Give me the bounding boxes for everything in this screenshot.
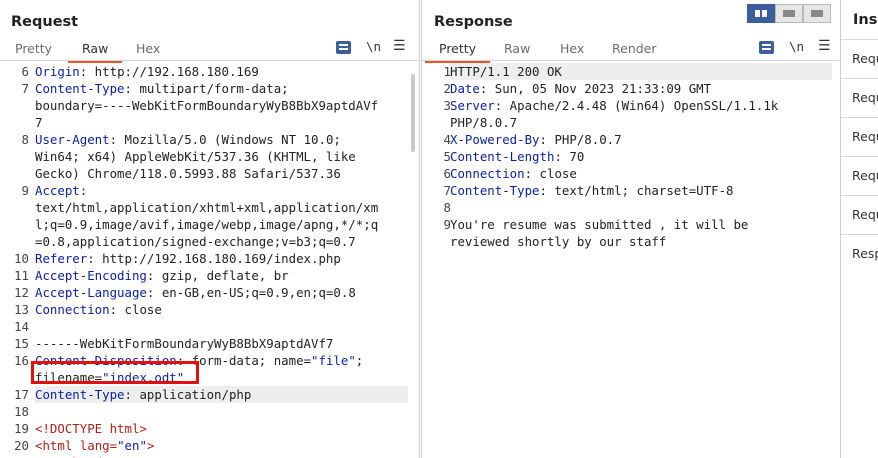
request-scrollbar[interactable]	[411, 74, 415, 152]
code-line: Connection: close	[450, 166, 577, 181]
line-number: 6	[443, 166, 451, 181]
inspector-title: Inspector	[853, 12, 878, 28]
request-editor[interactable]: 6 Origin: http://192.168.180.169 7 Content-…	[0, 63, 419, 458]
code-line: Content-Type: text/html; charset=UTF-8	[450, 183, 734, 198]
code-line: ------WebKitFormBoundaryWyB8BbX9aptdAVf7	[35, 336, 334, 351]
line-number: 11	[14, 268, 29, 283]
code-line: <!DOCTYPE html>	[35, 421, 147, 436]
code-line: HTTP/1.1 200 OK	[450, 64, 562, 79]
code-line: Referer: http://192.168.180.169/index.ph…	[35, 251, 341, 266]
line-number: 5	[443, 149, 451, 164]
request-menu-icon[interactable]: ☰	[393, 38, 406, 54]
line-number: 9	[21, 183, 29, 198]
wrap-toggle-icon[interactable]	[759, 41, 774, 54]
newline-toggle-button[interactable]: \n	[789, 39, 804, 54]
code-line: Accept-Language: en-GB,en-US;q=0.9,en;q=…	[35, 285, 356, 300]
line-number: 7	[21, 81, 29, 96]
line-number: 19	[14, 421, 29, 436]
code-line: reviewed shortly by our staff	[450, 234, 667, 249]
response-tab-divider	[422, 60, 839, 61]
code-line: Gecko) Chrome/118.0.5993.88 Safari/537.3…	[35, 166, 341, 181]
request-title: Request	[11, 14, 79, 30]
inspector-row-label: Request cookies	[852, 168, 878, 183]
code-line: Win64; x64) AppleWebKit/537.36 (KHTML, l…	[35, 149, 356, 164]
line-number: 18	[14, 404, 29, 419]
line-number: 20	[14, 438, 29, 453]
inspector-row-label: Response headers	[852, 246, 878, 261]
line-number: 7	[443, 183, 451, 198]
code-line: Content-Length: 70	[450, 149, 585, 164]
inspector-row[interactable]: Request headers	[841, 195, 878, 234]
request-tabs: Pretty Raw Hex	[0, 41, 419, 63]
response-tabs: Pretty Raw Hex Render	[422, 41, 839, 63]
line-number: 4	[443, 132, 451, 147]
line-number: 3	[443, 98, 451, 113]
inspector-row-label: Request attributes	[852, 51, 878, 66]
layout-stacked-icon[interactable]	[775, 4, 803, 23]
response-menu-icon[interactable]: ☰	[818, 38, 831, 54]
code-line: l;q=0.9,image/avif,image/webp,image/apng…	[35, 217, 379, 232]
inspector-row[interactable]: Request query parameters	[841, 78, 878, 117]
line-number: 21	[0, 454, 29, 458]
line-number: 9	[443, 217, 451, 232]
response-panel: Response Pretty Raw Hex Render \n ☰ 1 HTT…	[421, 0, 839, 458]
code-line: Server: Apache/2.4.48 (Win64) OpenSSL/1.…	[450, 98, 779, 113]
inspector-row-label: Request headers	[852, 207, 878, 222]
code-line: X-Powered-By: PHP/8.0.7	[450, 132, 622, 147]
line-number: 8	[443, 200, 451, 215]
code-line: Connection: close	[35, 302, 162, 317]
code-line: <html lang="en">	[35, 438, 155, 453]
response-tab-raw[interactable]: Raw	[490, 41, 544, 61]
code-line: 7	[35, 115, 43, 130]
layout-switcher	[747, 4, 831, 23]
code-line: boundary=----WebKitFormBoundaryWyB8BbX9a…	[35, 98, 379, 113]
line-number: 17	[14, 387, 29, 402]
code-line: text/html,application/xhtml+xml,applicat…	[35, 200, 379, 215]
request-tab-divider	[0, 60, 419, 61]
line-number: 2	[443, 81, 451, 96]
line-number: 12	[14, 285, 29, 300]
code-line: User-Agent: Mozilla/5.0 (Windows NT 10.0…	[35, 132, 341, 147]
line-number: 1	[443, 64, 451, 79]
inspector-row[interactable]: Request attributes	[841, 39, 878, 78]
filename-highlight-box	[31, 361, 199, 384]
response-editor[interactable]: 1 HTTP/1.1 200 OK 2 Date: Sun, 05 Nov 2023 …	[422, 63, 839, 458]
code-line: Content-Type: multipart/form-data;	[35, 81, 289, 96]
code-line: Date: Sun, 05 Nov 2023 21:33:09 GMT	[450, 81, 712, 96]
layout-single-icon[interactable]	[803, 4, 831, 23]
inspector-row-label: Request query parameters	[852, 90, 878, 105]
code-line: Accept-Encoding: gzip, deflate, br	[35, 268, 289, 283]
response-tab-render[interactable]: Render	[598, 41, 671, 61]
code-line: You're resume was submitted , it will be	[450, 217, 749, 232]
layout-side-by-side-icon[interactable]	[747, 4, 775, 23]
line-number: 13	[14, 302, 29, 317]
code-line: Origin: http://192.168.180.169	[35, 64, 259, 79]
code-line: =0.8,application/signed-exchange;v=b3;q=…	[35, 234, 356, 249]
inspector-row[interactable]: Request body parameters	[841, 117, 878, 156]
wrap-toggle-icon[interactable]	[336, 41, 351, 54]
inspector-row[interactable]: Response headers	[841, 234, 878, 273]
line-number: 15	[14, 336, 29, 351]
inspector-panel: Inspector Request attributes Request que…	[840, 0, 878, 458]
newline-toggle-button[interactable]: \n	[366, 39, 381, 54]
request-panel: Request Pretty Raw Hex \n ☰ 6 Origin: htt…	[0, 0, 420, 458]
inspector-row-label: Request body parameters	[852, 129, 878, 144]
line-number: 16	[14, 353, 29, 368]
code-line: Accept:	[35, 183, 88, 198]
code-line: PHP/8.0.7	[450, 115, 518, 130]
line-number: 6	[21, 64, 29, 79]
line-number: 14	[14, 319, 29, 334]
code-line: Content-Type: application/php	[35, 387, 252, 402]
line-number: 10	[14, 251, 29, 266]
request-tab-pretty[interactable]: Pretty	[1, 41, 66, 61]
inspector-row[interactable]: Request cookies	[841, 156, 878, 195]
response-tab-hex[interactable]: Hex	[546, 41, 598, 61]
line-number: 8	[21, 132, 29, 147]
response-title: Response	[434, 14, 513, 30]
code-line: <head>	[35, 454, 110, 458]
request-tab-hex[interactable]: Hex	[122, 41, 174, 61]
